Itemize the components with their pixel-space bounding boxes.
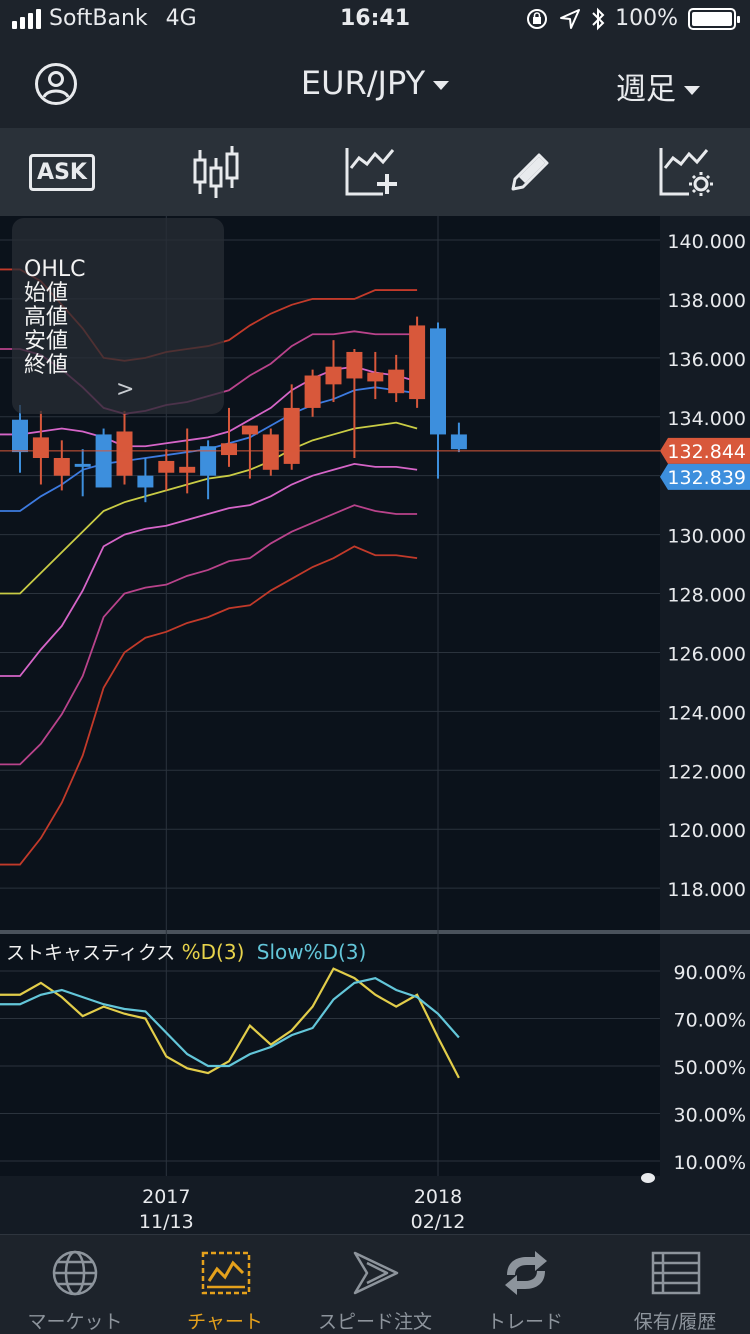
candle-body xyxy=(179,466,196,473)
speed-order-icon xyxy=(353,1251,399,1295)
candle-body xyxy=(32,437,49,459)
ask-bid-toggle[interactable]: ASK xyxy=(29,144,95,200)
timeframe-label: 週足 xyxy=(616,72,676,107)
time-axis-bg xyxy=(0,1176,750,1234)
candle-body xyxy=(137,475,154,488)
scroll-indicator xyxy=(641,1173,655,1183)
chevron-right-icon[interactable]: > xyxy=(116,378,134,402)
price-tick-label: 120.000 xyxy=(667,820,746,842)
ohlc-title: OHLC xyxy=(24,257,86,282)
candle-body xyxy=(283,407,300,464)
history-list-icon xyxy=(651,1251,701,1295)
currency-pair: EUR/JPY xyxy=(300,64,426,102)
price-tick-label: 130.000 xyxy=(667,526,746,548)
price-tick-label: 124.000 xyxy=(667,702,746,724)
candle-body xyxy=(325,366,342,385)
candle-body xyxy=(388,369,405,394)
panel-divider xyxy=(0,930,750,934)
candle-body xyxy=(450,434,467,450)
candle-body xyxy=(116,431,133,476)
price-tick-label: 122.000 xyxy=(667,761,746,783)
chart-settings-button[interactable] xyxy=(654,144,718,200)
tab-bar: マーケット チャート スピード注文 トレード 保有/履歴 xyxy=(0,1234,750,1334)
timeframe-selector[interactable]: 週足 xyxy=(616,64,700,108)
status-right: 100% xyxy=(525,6,740,31)
tab-speed-order[interactable]: スピード注文 xyxy=(300,1235,450,1334)
ohlc-panel[interactable]: OHLC 始値 高値 安値 終値 > xyxy=(12,218,224,414)
tab-market-label: マーケット xyxy=(27,1311,123,1333)
draw-button[interactable] xyxy=(498,144,562,200)
chart-type-button[interactable] xyxy=(184,144,248,200)
tab-chart[interactable]: チャート xyxy=(150,1235,300,1334)
status-bar: SoftBank 4G 16:41 100% xyxy=(0,0,750,44)
stochastics-slow-d-label: Slow%D(3) xyxy=(256,940,367,964)
price-tick-label: 136.000 xyxy=(667,349,746,371)
candle-body xyxy=(262,434,279,470)
candle-body xyxy=(241,425,258,435)
tab-history[interactable]: 保有/履歴 xyxy=(600,1235,750,1334)
bid-price-value: 132.839 xyxy=(667,467,746,489)
stochastics-d-label: %D(3) xyxy=(181,940,245,964)
tab-market[interactable]: マーケット xyxy=(0,1235,150,1334)
globe-icon xyxy=(52,1250,98,1296)
location-icon xyxy=(560,8,581,29)
pencil-icon xyxy=(511,153,549,191)
oscillator-tick-label: 50.00% xyxy=(674,1057,746,1079)
candle-body xyxy=(221,443,237,456)
battery-icon xyxy=(688,7,740,30)
ohlc-high: 高値 xyxy=(24,305,69,330)
candle-body xyxy=(53,458,70,476)
orientation-lock-icon xyxy=(527,8,548,29)
candle-body xyxy=(304,375,321,408)
date-label-year: 2018 xyxy=(414,1186,462,1208)
tab-speed-order-label: スピード注文 xyxy=(317,1311,432,1333)
candle-body xyxy=(409,325,426,400)
ohlc-open: 始値 xyxy=(24,281,69,306)
oscillator-tick-label: 30.00% xyxy=(674,1105,746,1127)
bluetooth-icon xyxy=(592,7,605,30)
candlestick-icon xyxy=(193,146,239,198)
add-indicator-button[interactable] xyxy=(340,144,404,200)
price-tick-label: 138.000 xyxy=(667,290,746,312)
candle-body xyxy=(95,434,112,488)
chart-settings-icon xyxy=(659,148,713,196)
chevron-down-icon xyxy=(684,86,700,95)
battery-percent: 100% xyxy=(615,6,678,31)
price-tick-label: 128.000 xyxy=(667,585,746,607)
date-label-day: 02/12 xyxy=(411,1211,466,1233)
add-indicator-icon xyxy=(345,148,397,196)
tab-trade-label: トレード xyxy=(486,1311,563,1333)
ask-button[interactable]: ASK xyxy=(29,153,95,191)
chart-tab-icon xyxy=(201,1251,251,1295)
date-label-year: 2017 xyxy=(142,1186,190,1208)
chart-toolbar: ASK xyxy=(0,128,750,216)
trade-refresh-icon xyxy=(505,1251,547,1295)
oscillator-plot-bg xyxy=(0,934,750,1176)
candle-body xyxy=(430,328,446,435)
chevron-down-icon xyxy=(433,80,450,90)
candle-body xyxy=(74,463,91,467)
stochastics-legend: ストキャスティクス %D(3) Slow%D(3) xyxy=(6,938,366,965)
nav-bar: EUR/JPY 週足 xyxy=(0,44,750,128)
ohlc-low: 安値 xyxy=(24,329,69,354)
oscillator-tick-label: 90.00% xyxy=(674,962,746,984)
tab-chart-label: チャート xyxy=(187,1311,263,1333)
candle-body xyxy=(12,419,28,453)
ohlc-close: 終値 xyxy=(24,353,69,378)
ask-price-value: 132.844 xyxy=(667,441,746,463)
candle-body xyxy=(158,460,175,473)
price-tick-label: 134.000 xyxy=(667,408,746,430)
candle-body xyxy=(367,372,384,382)
price-tick-label: 118.000 xyxy=(667,879,746,901)
tab-trade[interactable]: トレード xyxy=(450,1235,600,1334)
candle-body xyxy=(346,351,363,379)
oscillator-tick-label: 70.00% xyxy=(674,1010,746,1032)
oscillator-tick-label: 10.00% xyxy=(674,1152,746,1174)
price-tick-label: 126.000 xyxy=(667,643,746,665)
price-tick-label: 140.000 xyxy=(667,231,746,253)
stochastics-title: ストキャスティクス xyxy=(6,942,176,964)
date-label-day: 11/13 xyxy=(139,1211,194,1233)
tab-history-label: 保有/履歴 xyxy=(633,1311,717,1333)
